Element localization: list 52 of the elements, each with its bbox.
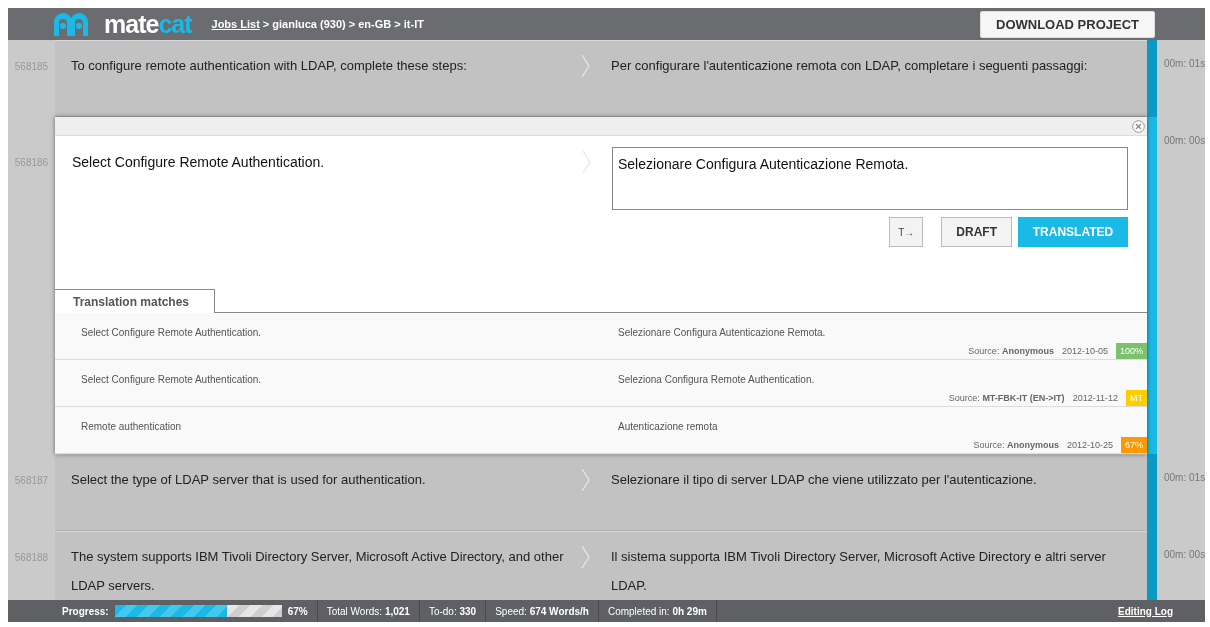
download-project-button[interactable]: DOWNLOAD PROJECT bbox=[980, 10, 1155, 38]
source-text: Select Configure Remote Authentication. bbox=[72, 153, 326, 172]
match-target: Selezionare Configura Autenticazione Remota. bbox=[618, 327, 826, 338]
breadcrumb-path: > gianluca (930) > en-GB > it-IT bbox=[261, 18, 424, 30]
footer-stat: Completed in: 0h 29m bbox=[607, 605, 707, 617]
progress-label: Progress: bbox=[62, 605, 109, 617]
match-target: Autenticazione remota bbox=[618, 421, 718, 432]
segment-row[interactable]: To configure remote authentication with LDAP, complete these steps: Per configurare l'autenticazione remota con LDAP, completare i seguenti passaggi: bbox=[55, 40, 1147, 117]
source-text: To configure remote authentication with LDAP, complete these steps: bbox=[71, 57, 468, 75]
time-spent: 00m: 01s bbox=[1164, 58, 1205, 69]
progress-value: 67% bbox=[287, 605, 308, 617]
time-spent: 00m: 00s bbox=[1164, 549, 1205, 560]
close-icon[interactable] bbox=[1132, 119, 1145, 133]
match-row[interactable]: Select Configure Remote Authentication. Selezionare Configura Autenticazione Remota. Source: Anonymous 2012-10-05 100% bbox=[55, 313, 1147, 360]
chevron-icon bbox=[581, 545, 591, 569]
chevron-icon bbox=[581, 468, 591, 492]
match-date: 2012-11-12 bbox=[1072, 393, 1118, 403]
jobs-list-link[interactable]: Jobs List bbox=[211, 18, 260, 30]
footer-stat: To-do: 330 bbox=[428, 605, 477, 617]
match-target: Seleziona Configura Remote Authentication. bbox=[618, 374, 815, 385]
target-text: Il sistema supporta IBM Tivoli Directory Server, Microsoft Active Directory e altri server LDAP. bbox=[611, 548, 1107, 595]
match-score: 67% bbox=[1121, 437, 1147, 453]
translation-field[interactable]: Selezionare Configura Autenticazione Remota. bbox=[612, 147, 1128, 210]
chevron-icon bbox=[581, 54, 591, 78]
match-row[interactable]: Remote authentication Autenticazione remota Source: Anonymous 2012-10-25 67% bbox=[55, 407, 1147, 454]
time-spent: 00m: 00s bbox=[1164, 135, 1205, 146]
target-text: Per configurare l'autenticazione remota con LDAP, completare i seguenti passaggi: bbox=[611, 57, 1089, 75]
matches-tab[interactable]: Translation matches bbox=[55, 289, 215, 313]
source-text: Select the type of LDAP server that is used for authentication. bbox=[71, 471, 427, 489]
match-date: 2012-10-05 bbox=[1061, 346, 1108, 356]
logo-icon bbox=[54, 12, 90, 36]
match-source: Remote authentication bbox=[81, 421, 182, 432]
draft-button[interactable]: DRAFT bbox=[941, 217, 1012, 247]
match-origin: Source: MT-FBK-IT (EN->IT) bbox=[948, 393, 1065, 403]
match-score: 100% bbox=[1115, 343, 1147, 359]
match-date: 2012-10-25 bbox=[1066, 440, 1113, 450]
match-row[interactable]: Select Configure Remote Authentication. Seleziona Configura Remote Authentication. Source: MT-FBK-IT (EN->IT) 2012-11-12 MT bbox=[55, 360, 1147, 407]
footer-stat: Speed: 674 Words/h bbox=[495, 605, 589, 617]
segment-row[interactable]: Select the type of LDAP server that is used for authentication. Selezionare il tipo di server LDAP che viene utilizzato per l'autenticazione. bbox=[55, 454, 1147, 531]
segment-row[interactable]: The system supports IBM Tivoli Directory Server, Microsoft Active Directory, and other LDAP servers. Il sistema supporta IBM Tivoli Directory Server, Microsoft Active Directory e altri server LDAP. bbox=[55, 531, 1147, 600]
match-origin: Source: Anonymous bbox=[968, 346, 1054, 356]
footer-stat: Total Words: 1,021 bbox=[326, 605, 410, 617]
match-origin: Source: Anonymous bbox=[973, 440, 1059, 450]
source-text: The system supports IBM Tivoli Directory Server, Microsoft Active Directory, and other LDAP servers. bbox=[71, 548, 565, 595]
time-spent: 00m: 01s bbox=[1164, 472, 1205, 483]
tag-button[interactable]: T→ bbox=[889, 217, 924, 247]
match-source: Select Configure Remote Authentication. bbox=[81, 327, 262, 338]
match-source: Select Configure Remote Authentication. bbox=[81, 374, 262, 385]
logo-wordmark: matecat bbox=[104, 9, 192, 39]
target-text: Selezionare il tipo di server LDAP che viene utilizzato per l'autenticazione. bbox=[611, 471, 1038, 489]
match-score: MT bbox=[1126, 390, 1147, 406]
editing-log-link[interactable]: Editing Log bbox=[1118, 605, 1173, 617]
